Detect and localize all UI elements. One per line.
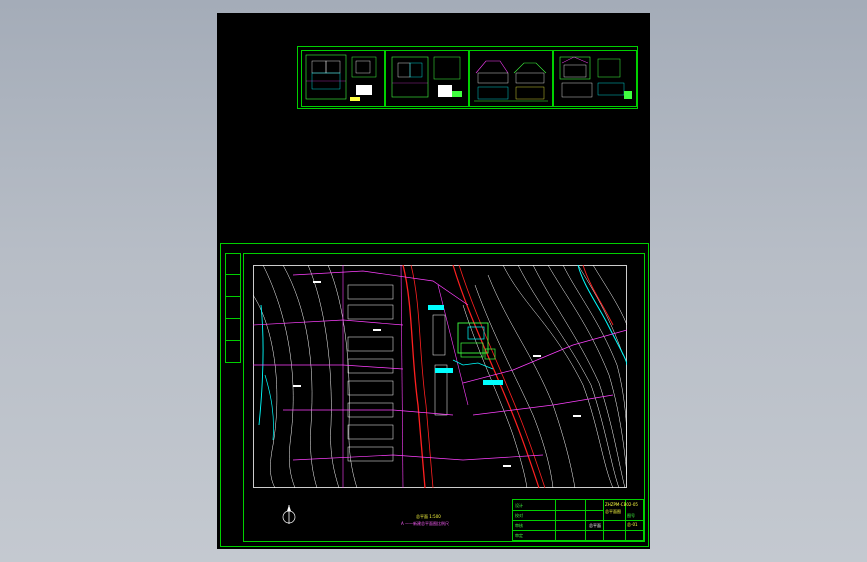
stamp-label: 图号 bbox=[627, 513, 635, 518]
thumbnail-floor-plan-2[interactable] bbox=[385, 50, 469, 107]
thumbnail-floor-plan-1[interactable] bbox=[301, 50, 385, 107]
binding-margin-strip bbox=[225, 253, 241, 363]
north-arrow-icon bbox=[281, 502, 297, 526]
cad-drawing-viewport[interactable]: 总平面 1:500 A ——新建总平面图比例尺 设计 校对 审核 审定 ZHZP… bbox=[217, 13, 650, 549]
site-plan-sheet[interactable]: 总平面 1:500 A ——新建总平面图比例尺 设计 校对 审核 审定 ZHZP… bbox=[220, 243, 649, 547]
row-label-check: 校对 bbox=[515, 513, 523, 518]
site-topographic-map[interactable] bbox=[253, 265, 627, 488]
thumbnail-elevation[interactable] bbox=[469, 50, 553, 107]
caption-note: A ——新建总平面图比例尺 bbox=[401, 521, 450, 526]
drawing-code: ZHZPM-CB02-05 bbox=[605, 502, 638, 507]
sheet-caption: 总平面 1:500 bbox=[416, 514, 441, 520]
title-block: 设计 校对 审核 审定 ZHZPM-CB02-05 总平面图 总平面 图号 总-… bbox=[512, 499, 644, 541]
thumbnail-section[interactable] bbox=[553, 50, 637, 107]
row-label-design: 设计 bbox=[515, 503, 523, 508]
sheet-label: 总平面 bbox=[589, 523, 601, 528]
stamp-value: 总-01 bbox=[627, 522, 638, 527]
drawing-name: 总平面图 bbox=[605, 509, 621, 514]
row-label-review: 审核 bbox=[515, 523, 523, 528]
sheet-thumbnail-strip bbox=[297, 46, 638, 109]
row-label-approve: 审定 bbox=[515, 533, 523, 538]
caption-scale: 1:500 bbox=[429, 514, 441, 519]
caption-main: 总平面 bbox=[416, 514, 428, 519]
